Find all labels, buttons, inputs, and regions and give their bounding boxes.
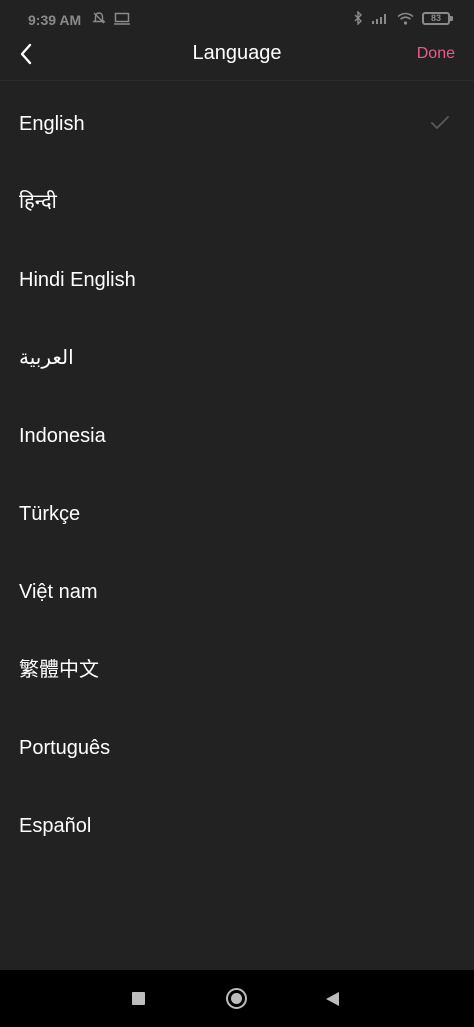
header: Language Done (0, 28, 474, 80)
status-left-icons (92, 11, 130, 25)
language-item-english[interactable]: English (0, 85, 474, 163)
language-item-spanish[interactable]: Español (0, 787, 474, 865)
bluetooth-icon (354, 11, 362, 25)
language-item-portuguese[interactable]: Português (0, 709, 474, 787)
back-triangle-icon[interactable] (326, 992, 339, 1006)
alarm-icon (92, 12, 106, 24)
language-item-hindi-english[interactable]: Hindi English (0, 241, 474, 319)
language-label: हिन्दी (19, 191, 57, 213)
status-time: 9:39 AM (28, 12, 82, 28)
battery-icon: 83 (422, 11, 453, 25)
home-icon-dot (231, 993, 242, 1004)
home-icon[interactable] (226, 988, 247, 1009)
signal-icon (372, 13, 386, 24)
header-divider (0, 80, 474, 81)
language-settings-screen: 9:39 AM 83 Language Done English हिन्दी … (0, 0, 474, 1027)
language-label: English (19, 113, 85, 135)
language-label: 繁體中文 (19, 659, 99, 681)
language-label: Indonesia (19, 425, 106, 447)
battery-level: 83 (430, 12, 441, 23)
language-label: Português (19, 737, 111, 759)
language-label: Türkçe (19, 503, 81, 525)
language-label: Hindi English (19, 269, 136, 291)
page-title: Language (192, 42, 282, 64)
wifi-icon (397, 12, 414, 25)
language-item-hindi[interactable]: हिन्दी (0, 163, 474, 241)
language-list: English हिन्दी Hindi English العربية Ind… (0, 85, 474, 865)
status-right-icons: 83 (354, 11, 453, 25)
language-item-arabic[interactable]: العربية (0, 319, 474, 397)
language-label: العربية (19, 347, 74, 369)
language-item-turkish[interactable]: Türkçe (0, 475, 474, 553)
check-icon (431, 116, 449, 129)
recent-apps-icon[interactable] (132, 992, 145, 1005)
language-item-vietnamese[interactable]: Việt nam (0, 553, 474, 631)
language-label: Español (19, 815, 92, 837)
language-label: Việt nam (19, 581, 98, 603)
language-item-indonesia[interactable]: Indonesia (0, 397, 474, 475)
done-button[interactable]: Done (417, 45, 455, 63)
navigation-bar (0, 970, 474, 1027)
language-item-traditional-chinese[interactable]: 繁體中文 (0, 631, 474, 709)
cast-icon (114, 12, 130, 25)
